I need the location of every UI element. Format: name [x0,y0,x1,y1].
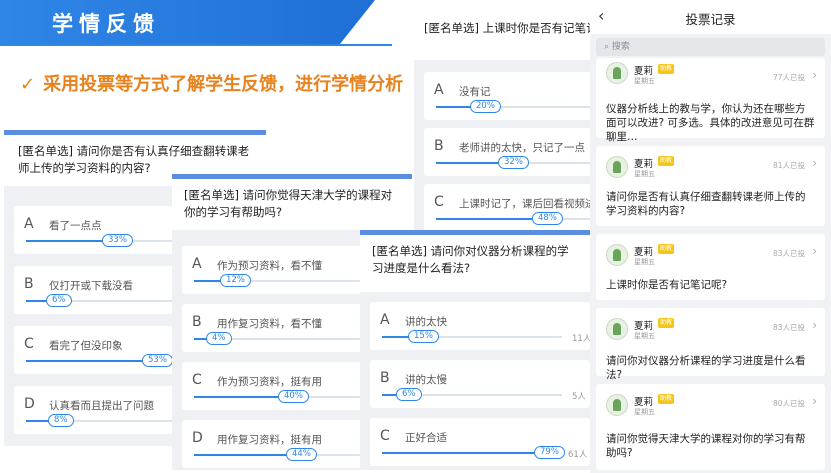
percent-badge: 4% [206,332,232,345]
role-badge: 助教 [658,318,674,328]
avatar [606,394,628,416]
record-card[interactable]: 夏莉 助教 星期五 83人已投 › 请问你对仪器分析课程的学习进度是什么看法? [596,308,825,381]
nav-bar: ‹ 投票记录 [590,0,831,34]
chevron-right-icon: › [812,394,817,408]
progress-fill [194,454,298,456]
progress-fill [382,452,548,454]
record-date: 星期五 [634,77,655,85]
record-date: 星期五 [634,170,655,178]
avatar [606,62,628,84]
record-card[interactable]: 夏莉 助教 星期五 80人已投 › 请问你觉得天津大学的课程对你的学习有帮助吗? [596,384,825,470]
percent-badge: 44% [286,448,317,461]
record-question: 请问你对仪器分析课程的学习进度是什么看法? [606,355,806,381]
poll-option[interactable]: A 讲的太快 15% 11人 [370,302,592,350]
author-name: 夏莉 [634,397,654,408]
percent-badge: 40% [278,390,309,403]
poll-card-notes: [匿名单选] 上课时你是否有记笔记呢 A 没有记 20% B 老师讲的太快，只记… [414,0,609,260]
record-card[interactable]: 夏莉 助教 星期五 81人已投 › 请问你是否有认真仔细查翻转课老师上传的学习资… [596,146,825,226]
role-badge: 助教 [658,64,674,74]
vote-count: 11人 [572,334,592,344]
percent-badge: 48% [532,212,563,225]
vote-count: 81人已投 [772,161,805,170]
check-icon: ✓ [20,74,36,95]
record-question: 请问你是否有认真仔细查翻转课老师上传的学习资料的内容? [606,191,806,217]
poll-option[interactable]: B 老师讲的太快，只记了一点 32% [424,128,596,176]
poll-question: [匿名单选] 上课时你是否有记笔记呢 [414,0,609,60]
author-name: 夏莉 [634,66,654,77]
percent-badge: 6% [46,294,72,307]
percent-badge: 6% [396,388,422,401]
percent-badge: 20% [470,100,501,113]
vote-count: 5人 [572,392,586,402]
record-date: 星期五 [634,258,655,266]
vote-records-panel: ‹ 投票记录 ⌕ 搜索 夏莉 助教 星期五 77人已投 › 仪器分析线上的教与学… [590,0,831,473]
vote-count: 77人已投 [772,73,805,82]
progress-track: 32% [436,156,596,169]
avatar [606,318,628,340]
avatar [606,244,628,266]
subtitle-text: 采用投票等方式了解学生反馈，进行学情分析 [43,74,404,95]
percent-badge: 33% [102,234,133,247]
role-badge: 助教 [658,394,674,404]
vote-count: 83人已投 [772,323,805,332]
avatar [606,156,628,178]
progress-fill [26,360,154,362]
percent-badge: 53% [142,354,173,367]
poll-question: [匿名单选] 请问你觉得天津大学的课程对你的学习有帮助吗? [172,174,412,230]
percent-badge: 12% [220,274,251,287]
chevron-right-icon: › [812,318,817,332]
record-question: 仪器分析线上的教与学，你认为还在哪些方面可以改进? 可多选。具体的改进意见可在群… [606,103,815,143]
percent-badge: 32% [498,156,529,169]
vote-count: 83人已投 [772,249,805,258]
slide-subtitle: ✓ 采用投票等方式了解学生反馈，进行学情分析 [20,70,403,96]
chevron-right-icon: › [812,156,817,170]
banner-title: 学情反馈 [52,12,160,36]
percent-badge: 15% [408,330,439,343]
vote-count: 61人 [568,450,588,460]
search-input[interactable]: ⌕ 搜索 [596,38,825,56]
record-question: 请问你觉得天津大学的课程对你的学习有帮助吗? [606,433,806,459]
progress-track: 79% [382,446,565,459]
progress-track: 48% [436,212,596,225]
record-date: 星期五 [634,408,655,416]
record-card[interactable]: 夏莉 助教 星期五 83人已投 › 上课时你是否有记笔记呢? [596,234,825,300]
poll-option[interactable]: B 讲的太慢 6% 5人 [370,360,590,408]
page-title: 投票记录 [685,12,736,27]
poll-option[interactable]: C 正好合适 79% 61人 [370,418,590,466]
percent-badge: 8% [48,414,74,427]
record-card[interactable]: 夏莉 助教 星期五 77人已投 › 仪器分析线上的教与学，你认为还在哪些方面可以… [596,58,825,143]
search-icon: ⌕ [604,42,612,52]
chevron-right-icon: › [812,68,817,82]
chevron-right-icon: › [812,244,817,258]
progress-track: 15% [382,330,562,343]
poll-card-progress: [匿名单选] 请问你对仪器分析课程的学习进度是什么看法? A 讲的太快 15% … [360,230,592,470]
progress-track: 20% [436,100,596,113]
poll-option[interactable]: A 没有记 20% [424,72,596,120]
record-date: 星期五 [634,332,655,340]
role-badge: 助教 [658,156,674,166]
author-name: 夏莉 [634,321,654,332]
poll-option[interactable]: C 上课时记了，课后回看视频进行 48% [424,184,606,232]
author-name: 夏莉 [634,159,654,170]
role-badge: 助教 [658,244,674,254]
progress-fill [436,218,544,220]
poll-question: [匿名单选] 请问你对仪器分析课程的学习进度是什么看法? [360,230,590,292]
vote-count: 80人已投 [772,399,805,408]
percent-badge: 79% [534,446,565,459]
progress-track: 6% [382,388,562,401]
record-question: 上课时你是否有记笔记呢? [606,279,728,291]
author-name: 夏莉 [634,247,654,258]
progress-fill [194,396,290,398]
progress-fill [26,240,112,242]
banner-underline [0,44,392,46]
